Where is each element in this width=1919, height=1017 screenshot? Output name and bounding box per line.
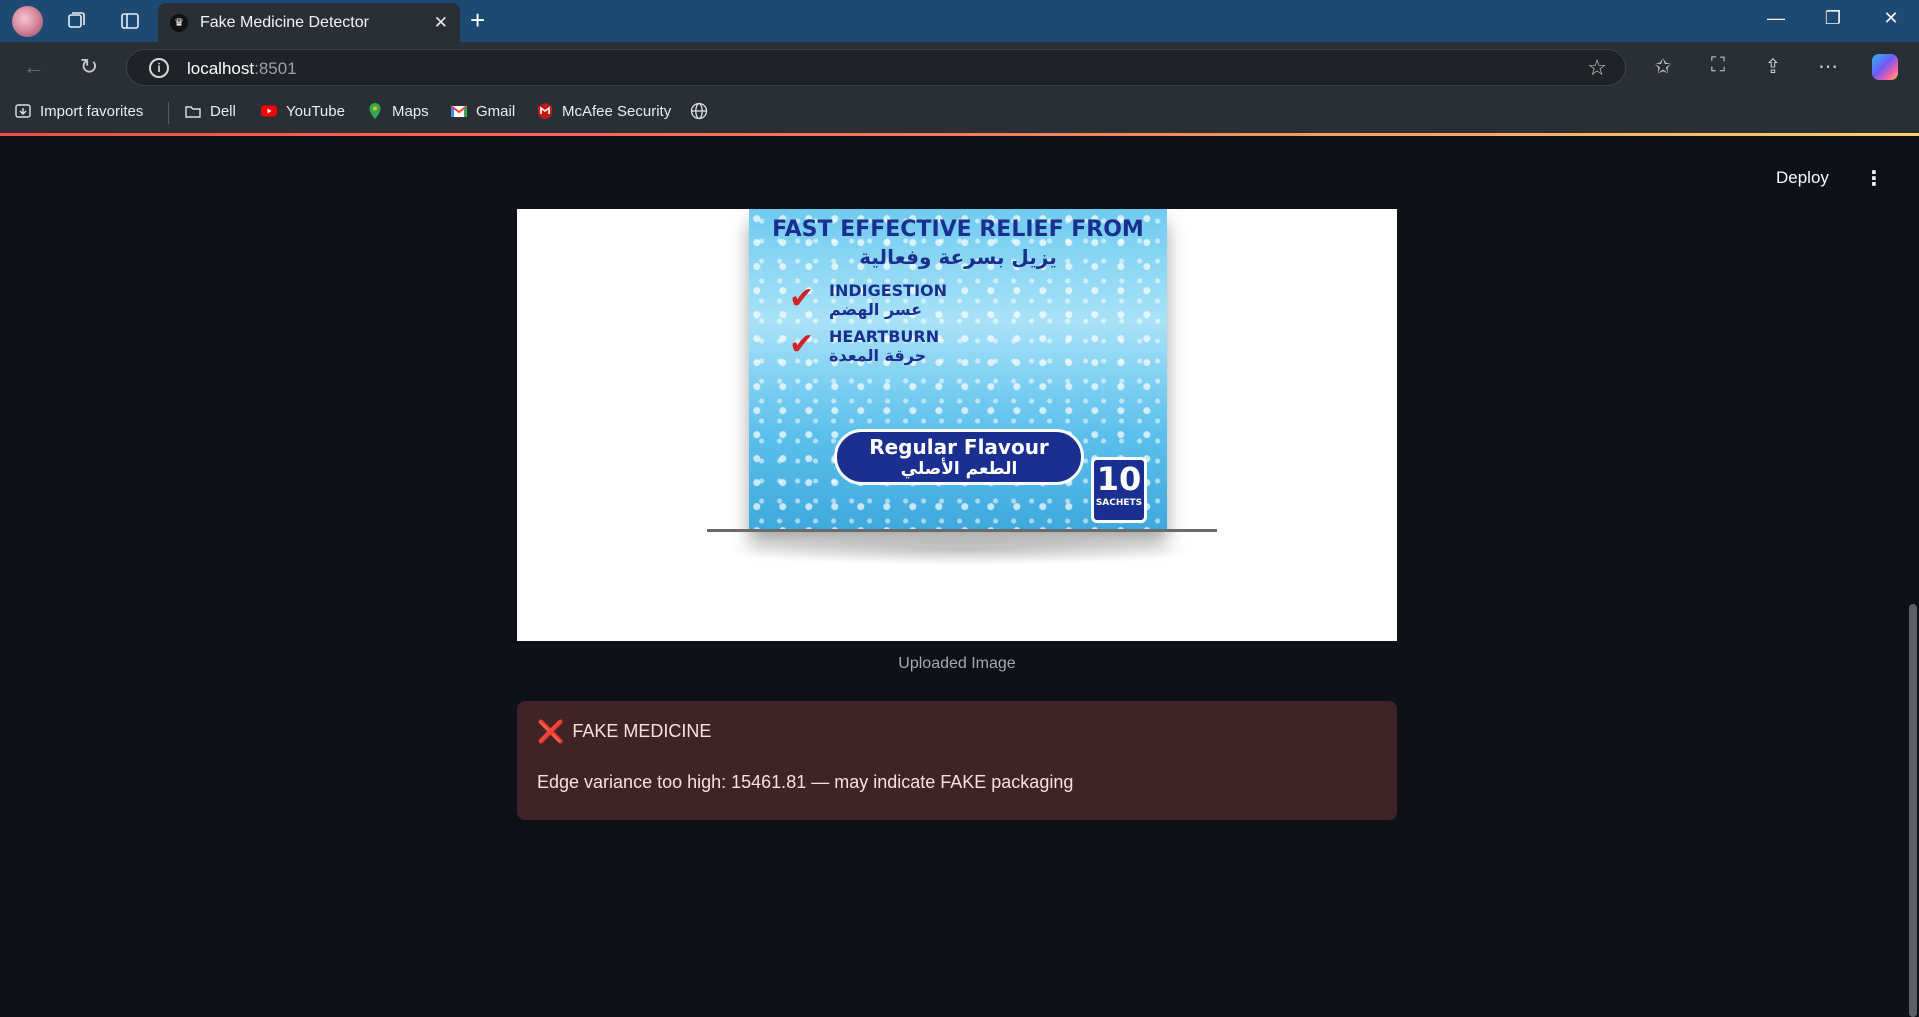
image-caption: Uploaded Image	[898, 655, 1016, 672]
tab-fake-medicine-detector[interactable]: ♛ Fake Medicine Detector ✕	[158, 3, 460, 42]
close-tab-icon[interactable]: ✕	[434, 13, 448, 33]
import-icon	[15, 104, 31, 118]
alert-title: ❌ FAKE MEDICINE	[537, 718, 712, 744]
url-text[interactable]: localhost:8501	[187, 59, 297, 79]
address-bar-row: ← ↻ i localhost:8501 ☆ ✩ ⛶ ⇪ ⋯	[0, 42, 1919, 92]
cross-mark-icon: ❌	[537, 718, 565, 744]
claim-english: HEARTBURN	[829, 327, 940, 346]
address-bar[interactable]: i localhost:8501 ☆	[126, 49, 1626, 86]
bookmarks-bar: Import favorites Dell YouTube Maps Gmail…	[0, 92, 1919, 134]
bookmark-label: Gmail	[476, 102, 516, 120]
package-headline: FAST EFFECTIVE RELIEF FROM	[772, 217, 1144, 242]
vertical-tabs-icon[interactable]	[118, 9, 142, 33]
deploy-button[interactable]: Deploy	[1776, 168, 1829, 188]
flavour-english: Regular Flavour	[869, 435, 1049, 459]
bookmark-youtube[interactable]: YouTube	[260, 102, 345, 120]
restore-icon[interactable]: ❐	[1818, 8, 1848, 29]
claim-arabic: حرقة المعدة	[829, 346, 927, 365]
bookmark-dell[interactable]: Dell	[184, 102, 236, 120]
alert-title-text: FAKE MEDICINE	[572, 721, 712, 741]
bookmark-label: Maps	[392, 102, 429, 120]
screenshot-icon[interactable]: ⛶	[1703, 54, 1733, 77]
claim-english: INDIGESTION	[829, 281, 948, 300]
streamlit-app: Deploy ⋮ FAST EFFECTIVE RELIEF FROM يزيل…	[0, 136, 1919, 1017]
copilot-icon[interactable]	[1872, 54, 1898, 80]
more-options-icon[interactable]: ⋯	[1813, 54, 1843, 79]
checkmark-icon: ✔	[789, 282, 815, 315]
sachet-count-badge: 10 SACHETS	[1091, 457, 1147, 523]
close-window-icon[interactable]: ✕	[1876, 8, 1906, 29]
browser-title-bar: ♛ Fake Medicine Detector ✕ + — ❐ ✕	[0, 0, 1919, 42]
checkmark-icon: ✔	[789, 328, 815, 361]
bookmark-mcafee-security[interactable]: McAfee Security	[536, 102, 671, 120]
back-icon[interactable]: ←	[20, 54, 48, 80]
bookmark-import-favorites[interactable]: Import favorites	[14, 102, 143, 120]
medicine-package-picture: FAST EFFECTIVE RELIEF FROM يزيل بسرعة وف…	[749, 209, 1167, 529]
bookmark-label: McAfee Security	[562, 102, 672, 120]
tab-title: Fake Medicine Detector	[200, 14, 369, 31]
site-info-icon[interactable]: i	[149, 58, 169, 78]
bookmark-label: Dell	[210, 102, 236, 120]
streamlit-crown-icon: ♛	[170, 14, 188, 32]
profile-avatar[interactable]	[12, 6, 43, 37]
gmail-icon	[450, 105, 468, 117]
shelf-shadow	[722, 535, 1202, 565]
mcafee-icon	[538, 103, 552, 119]
new-tab-button[interactable]: +	[470, 7, 485, 33]
kebab-menu-icon[interactable]: ⋮	[1864, 166, 1884, 191]
url-port: :8501	[254, 59, 297, 78]
sachet-count: 10	[1096, 460, 1142, 498]
maps-pin-icon	[369, 103, 381, 119]
shelf-line	[707, 529, 1217, 532]
favorite-star-icon[interactable]: ☆	[1587, 55, 1607, 81]
bookmark-label: YouTube	[286, 102, 345, 120]
favorites-icon[interactable]: ✩	[1648, 54, 1678, 79]
package-claim: INDIGESTION عسر الهضم	[829, 281, 947, 319]
share-icon[interactable]: ⇪	[1758, 54, 1788, 79]
alert-message: Edge variance too high: 15461.81 — may i…	[537, 772, 1074, 792]
globe-icon	[690, 102, 708, 120]
error-alert: ❌ FAKE MEDICINE Edge variance too high: …	[517, 701, 1397, 820]
sachet-label: SACHETS	[1095, 498, 1143, 508]
claim-arabic: عسر الهضم	[829, 300, 923, 319]
reload-icon[interactable]: ↻	[75, 54, 103, 80]
bookmark-label: Import favorites	[40, 102, 144, 120]
uploaded-image: FAST EFFECTIVE RELIEF FROM يزيل بسرعة وف…	[517, 209, 1397, 641]
bookmark-gmail[interactable]: Gmail	[450, 102, 515, 120]
flavour-arabic: الطعم الأصلي	[900, 459, 1018, 479]
folder-icon	[185, 106, 201, 118]
bookmark-separator	[168, 102, 169, 124]
youtube-icon	[261, 105, 277, 117]
minimize-icon[interactable]: —	[1761, 8, 1791, 29]
bookmark-globe[interactable]	[690, 102, 716, 120]
url-host: localhost	[187, 59, 255, 78]
page-scrollbar[interactable]	[1909, 604, 1917, 1017]
bookmark-maps[interactable]: Maps	[366, 102, 429, 120]
flavour-badge: Regular Flavour الطعم الأصلي	[834, 429, 1084, 485]
workspaces-icon[interactable]	[64, 9, 88, 33]
package-headline-arabic: يزيل بسرعة وفعالية	[859, 245, 1057, 269]
package-claim: HEARTBURN حرقة المعدة	[829, 327, 939, 365]
